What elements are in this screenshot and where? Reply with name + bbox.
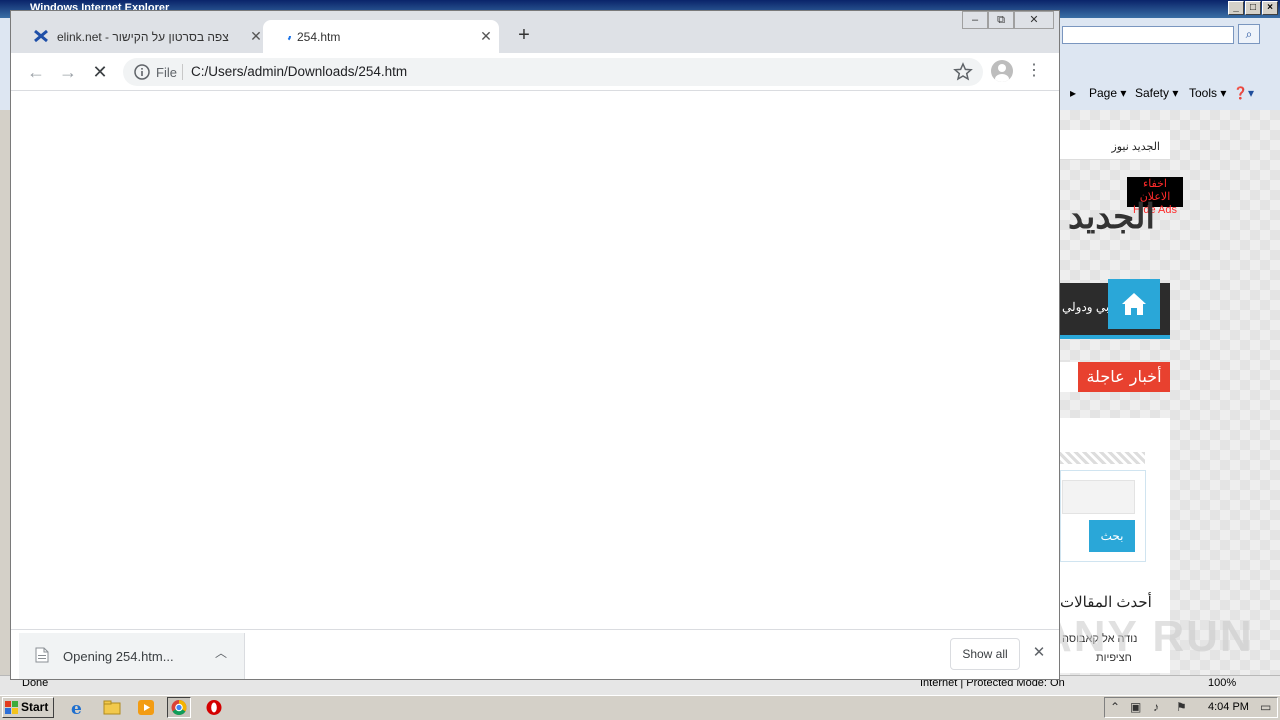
tab-elink[interactable]: צפה בסרטון על הקישור - elink.net ✕ [19,20,262,53]
new-tab-button[interactable]: + [511,23,537,49]
tray-network-icon[interactable]: ▣ [1130,700,1141,714]
site-top-bar: الجديد نيوز [1060,130,1170,160]
chrome-minimize-button[interactable]: – [962,11,988,29]
loading-spinner-icon [279,30,291,42]
close-download-shelf-icon[interactable]: ✕ [1029,643,1049,663]
page-content [11,92,1059,629]
back-arrow-icon[interactable]: ← [23,59,49,85]
profile-avatar-icon[interactable] [991,60,1013,82]
site-top-link[interactable]: الجديد نيوز [1111,140,1160,153]
breaking-ticker [1060,362,1080,392]
ie-menu-tools[interactable]: Tools ▾ [1189,86,1226,100]
file-scheme-chip[interactable]: File [156,65,177,80]
file-icon [35,647,49,663]
home-button[interactable] [1108,279,1160,329]
chrome-restore-button[interactable]: ⧉ [988,11,1014,29]
taskbar [0,695,1280,720]
forward-arrow-icon[interactable]: → [55,59,81,85]
tray-expand-icon[interactable]: ⌃ [1110,700,1120,714]
show-desktop-icon[interactable]: ▭ [1260,700,1271,714]
breaking-news-label: أخبار عاجلة [1078,362,1170,392]
sidebar-divider [1060,452,1145,464]
tab-title: צפה בסרטון על הקישור - elink.net [57,30,229,44]
ie-cmd-home-icon[interactable]: ▸ [1070,86,1076,100]
taskbar-ie-icon[interactable]: e [65,697,89,719]
tab-close-icon[interactable]: ✕ [477,27,495,45]
anyrun-watermark: ANY RUN [1040,612,1254,661]
ie-menu-safety[interactable]: Safety ▾ [1135,86,1178,100]
ie-help-icon[interactable]: ❓▾ [1233,86,1254,100]
stop-loading-icon[interactable]: ✕ [87,59,113,85]
ie-search-button[interactable]: ⌕ [1238,24,1260,44]
taskbar-clock[interactable]: 4:04 PM [1208,701,1249,713]
site-search-input[interactable] [1062,480,1135,514]
taskbar-media-player-icon[interactable] [134,697,158,718]
ie-zoom-level[interactable]: 100% [1208,677,1236,689]
chevron-up-icon[interactable]: ︿ [213,645,229,661]
ie-search-input[interactable] [1062,26,1234,44]
download-filename: Opening 254.htm... [63,649,174,664]
site-search-button[interactable]: بحث [1089,520,1135,552]
windows-logo-icon [5,701,18,714]
tab-254-htm[interactable]: 254.htm ✕ [263,20,499,53]
omnibox-separator [182,64,183,80]
home-icon [1122,293,1146,315]
latest-articles-heading: أحدث المقالات [1060,594,1152,611]
info-icon[interactable] [133,63,151,81]
tray-flag-icon[interactable]: ⚑ [1176,700,1187,714]
show-all-downloads-button[interactable]: Show all [950,638,1020,670]
url-text[interactable]: C:/Users/admin/Downloads/254.htm [191,64,407,79]
chrome-window: – ⧉ ✕ צפה בסרטון על הקישור - elink.net ✕… [10,10,1060,680]
svg-text:e: e [71,699,82,717]
ie-close-button[interactable]: × [1262,1,1278,15]
elink-favicon-icon [34,29,48,43]
site-logo[interactable]: الجديد [1068,197,1155,237]
taskbar-folder-icon[interactable] [100,697,124,718]
ie-restore-button[interactable]: □ [1245,1,1261,15]
taskbar-opera-icon[interactable] [202,697,226,718]
taskbar-chrome-icon[interactable] [167,697,191,718]
ie-menu-page[interactable]: Page ▾ [1089,86,1126,100]
tab-title: 254.htm [297,30,341,44]
tab-strip: – ⧉ ✕ צפה בסרטון על הקישור - elink.net ✕… [11,11,1059,53]
chrome-menu-icon[interactable]: ⋮ [1025,60,1043,82]
ie-minimize-button[interactable]: _ [1228,1,1244,15]
chrome-close-button[interactable]: ✕ [1014,11,1054,29]
tray-volume-icon[interactable]: ♪ [1153,700,1159,714]
bookmark-star-icon[interactable] [953,62,973,82]
